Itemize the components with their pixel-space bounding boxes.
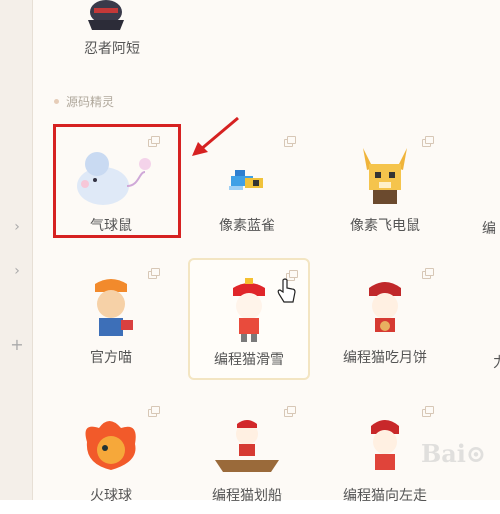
- sprite-tile-pixel-flying-squirrel[interactable]: 像素飞电鼠: [326, 126, 444, 244]
- section-header: 源码精灵: [54, 93, 114, 109]
- tile-label: 编程猫吃月饼: [343, 350, 427, 366]
- sprite-tile-coding-cat-mooncake[interactable]: 编程猫吃月饼: [326, 258, 444, 376]
- ninja-sprite[interactable]: [80, 0, 132, 32]
- highlight-box: [53, 124, 181, 238]
- top-item-label: 忍者阿短: [84, 41, 140, 57]
- sprite-tile-coding-cat-rowing[interactable]: 编程猫划船: [188, 396, 306, 514]
- left-rail: › › +: [0, 0, 33, 500]
- section-dot: [54, 98, 59, 104]
- partial-tile-label: 力: [493, 352, 500, 372]
- pixel-flying-squirrel-sprite: [363, 148, 407, 204]
- coding-cat-rowing-sprite: [215, 420, 279, 472]
- official-cat-sprite: [95, 279, 133, 336]
- tile-label: 官方喵: [90, 350, 132, 366]
- plus-icon[interactable]: +: [10, 337, 24, 353]
- tile-label: 像素飞电鼠: [350, 218, 420, 234]
- partial-tile-label: 编: [482, 221, 496, 237]
- sprite-tile-coding-cat-skiing[interactable]: 编程猫滑雪: [188, 258, 310, 380]
- chevron-right-icon[interactable]: ›: [10, 264, 24, 278]
- section-title: 源码精灵: [66, 94, 115, 109]
- sprite-tile-official-cat[interactable]: 官方喵: [52, 258, 170, 376]
- sprite-tile-fireball[interactable]: 火球球: [52, 396, 170, 514]
- hand-pointer-icon: [277, 278, 296, 303]
- fireball-sprite: [85, 421, 136, 470]
- watermark: Bai⊙: [420, 439, 486, 468]
- tile-label: 像素蓝雀: [219, 218, 275, 234]
- tile-label: 编程猫向左走: [343, 488, 427, 504]
- red-arrow: [192, 116, 239, 156]
- coding-cat-walk-left-sprite: [371, 420, 399, 470]
- coding-cat-mooncake-sprite: [369, 282, 401, 332]
- tile-label: 火球球: [90, 488, 132, 504]
- tile-label: 编程猫划船: [212, 488, 282, 504]
- chevron-right-icon[interactable]: ›: [10, 220, 24, 234]
- tile-label: 编程猫滑雪: [214, 352, 284, 368]
